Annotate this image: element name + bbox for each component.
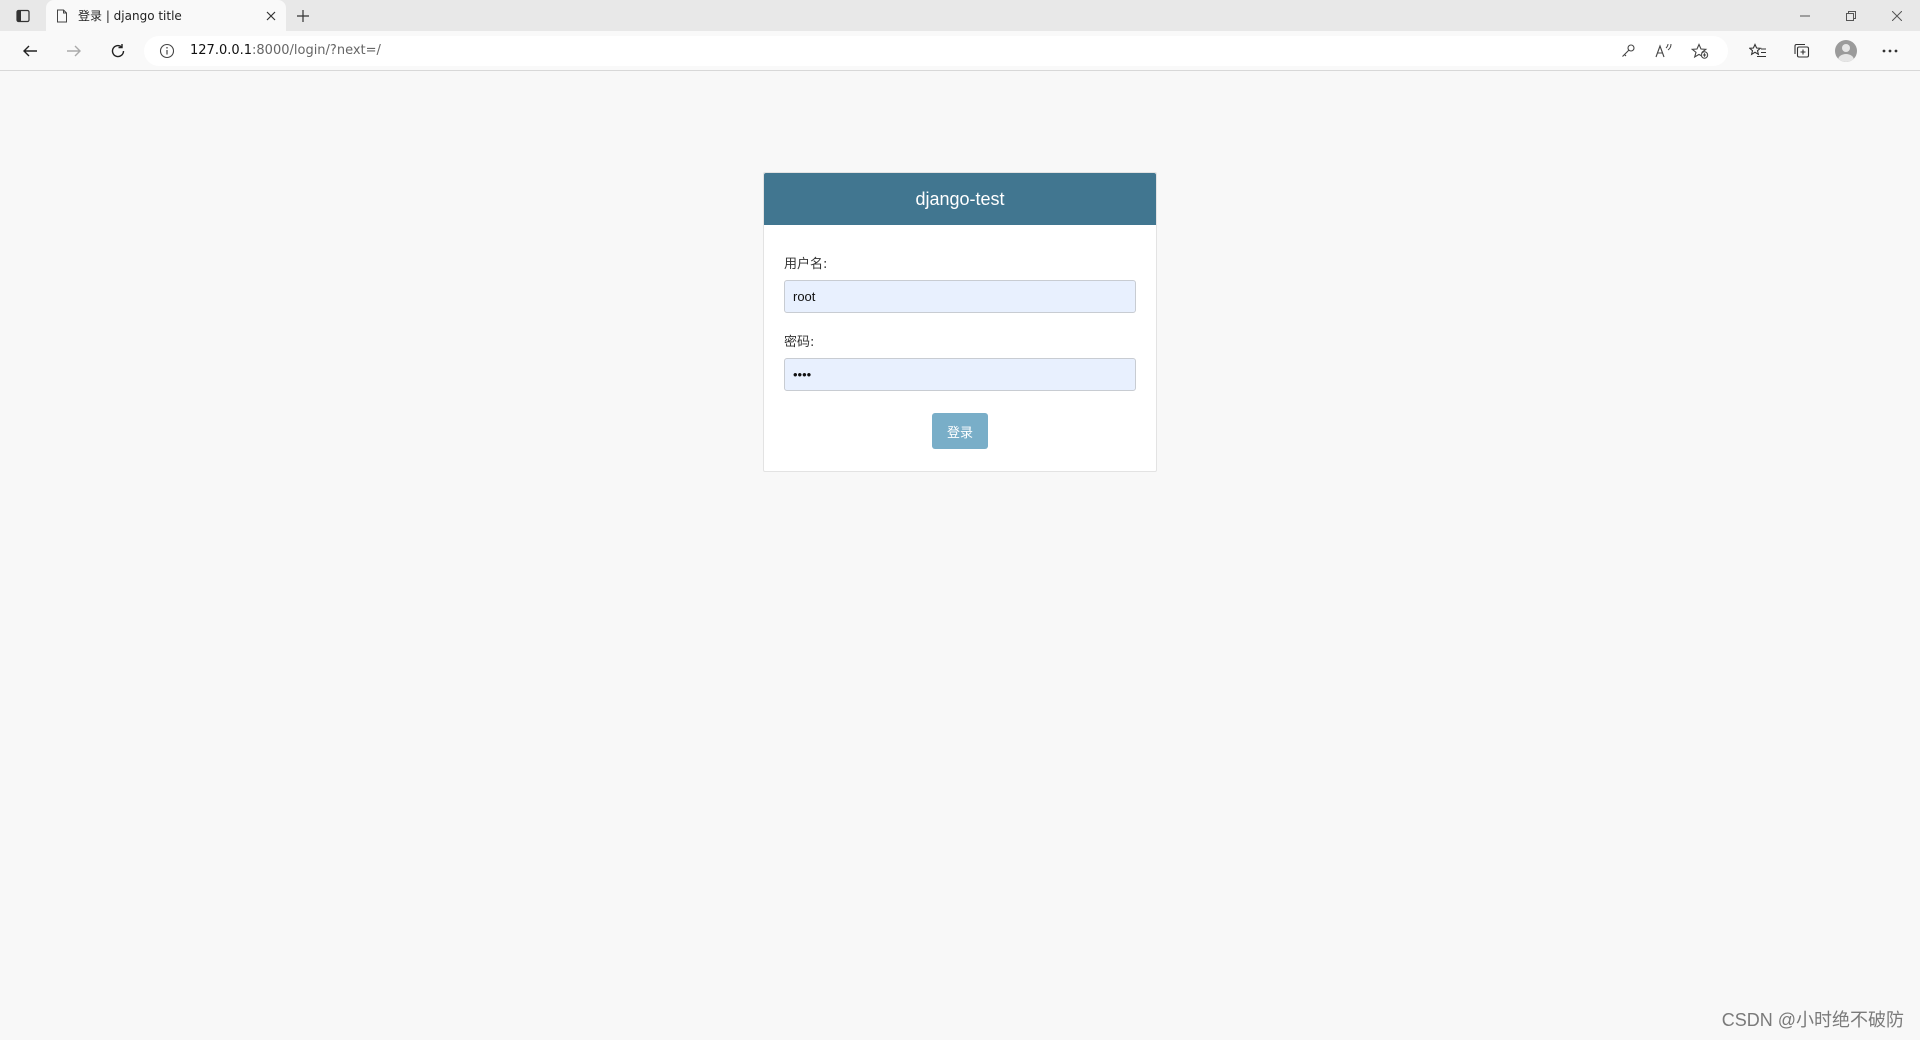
read-aloud-button[interactable] [1646,37,1682,65]
site-info-icon[interactable] [156,43,178,59]
sidebar-toggle-icon [16,9,30,22]
window-controls [1782,0,1920,31]
login-header: django-test [764,173,1156,225]
arrow-left-icon [23,45,37,56]
collections-icon [1794,43,1810,58]
url-path: :8000/login/?next=/ [252,43,381,58]
read-aloud-icon [1655,43,1672,57]
password-label: 密码: [784,335,815,350]
page-viewport: django-test 用户名: 密码: 登录 CSDN @小时绝不破防 [0,71,1920,1040]
close-tab-icon[interactable] [266,11,276,21]
username-input[interactable] [784,280,1136,313]
star-add-icon [1691,42,1709,59]
close-window-button[interactable] [1874,0,1920,31]
profile-button[interactable] [1824,35,1868,67]
minimize-button[interactable] [1782,0,1828,31]
more-dots-icon [1882,49,1898,52]
browser-toolbar: 127.0.0.1:8000/login/?next=/ [0,31,1920,71]
favorites-list-icon [1749,42,1766,57]
profile-avatar-icon [1835,39,1857,62]
arrow-right-icon [67,45,81,56]
username-group: 用户名: [784,253,1136,313]
password-group: 密码: [784,331,1136,391]
tab-title: 登录 | django title [78,9,182,23]
minimize-icon [1800,15,1810,16]
browser-tab-active[interactable]: 登录 | django title [46,0,286,31]
favorites-button[interactable] [1736,35,1780,67]
restore-button[interactable] [1828,0,1874,31]
login-card: django-test 用户名: 密码: 登录 [763,172,1157,472]
submit-row: 登录 [784,413,1136,449]
forward-button[interactable] [52,35,96,67]
password-input[interactable] [784,358,1136,391]
new-tab-button[interactable] [286,0,320,31]
url-host: 127.0.0.1 [190,43,253,58]
address-bar[interactable]: 127.0.0.1:8000/login/?next=/ [144,35,1728,66]
settings-more-button[interactable] [1868,35,1912,67]
collections-button[interactable] [1780,35,1824,67]
login-button[interactable]: 登录 [932,413,988,449]
url-text[interactable]: 127.0.0.1:8000/login/?next=/ [190,43,1610,58]
plus-icon [297,9,309,22]
password-key-button[interactable] [1610,37,1646,65]
close-icon [1892,10,1902,21]
toolbar-right [1736,35,1912,67]
login-form: 用户名: 密码: 登录 [764,225,1156,471]
add-favorite-button[interactable] [1682,37,1718,65]
watermark-text: CSDN @小时绝不破防 [1721,1010,1904,1030]
key-icon [1622,43,1635,57]
refresh-icon [111,43,125,57]
refresh-button[interactable] [96,35,140,67]
username-label: 用户名: [784,257,828,272]
browser-tab-strip: 登录 | django title [0,0,1920,31]
page-icon [57,9,67,22]
tab-actions-button[interactable] [0,0,46,31]
restore-icon [1846,10,1856,21]
back-button[interactable] [8,35,52,67]
